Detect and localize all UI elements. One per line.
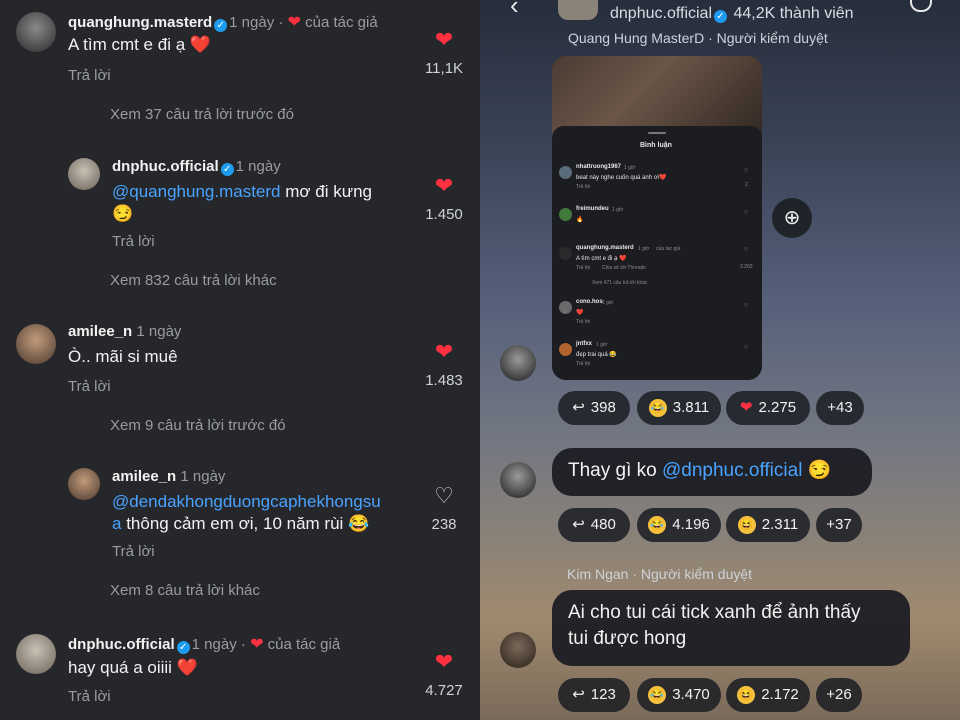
like-count: 11,1K xyxy=(424,60,464,77)
sheet-title: Bình luận xyxy=(640,142,672,149)
share-icon[interactable]: ⊕ xyxy=(772,198,812,238)
comment-header: amilee_n 1 ngày xyxy=(68,323,181,341)
channel-name[interactable]: dnphuc.official xyxy=(610,5,712,22)
comment-text: @quanghung.masterd mơ đi kưng 😏 xyxy=(112,182,372,223)
like-count: 1.483 xyxy=(425,372,463,389)
username[interactable]: amilee_n xyxy=(68,323,132,340)
reaction-laugh[interactable]: 😂 3.470 xyxy=(637,678,721,712)
reply-arrow-icon: ↩ xyxy=(572,399,585,416)
author-badge: của tác giả xyxy=(305,14,378,31)
replies-pill[interactable]: ↩ 480 xyxy=(558,508,630,542)
like-count: 1.450 xyxy=(425,206,463,223)
comment-header: dnphuc.official ✓ 1 ngày · ❤ của tác giả xyxy=(68,636,341,654)
reaction-laugh[interactable]: 😂 3.811 xyxy=(637,391,721,425)
comment-text: A tìm cmt e đi ạ ❤️ xyxy=(68,35,212,54)
comment-text: @dendakhongduongcaphekhongsu a thông cảm … xyxy=(112,492,381,533)
reaction-heart[interactable]: ❤ 2.275 xyxy=(726,391,810,425)
message-bubble[interactable]: Thay gì ko @dnphuc.official 😏 xyxy=(552,448,872,496)
verified-icon: ✓ xyxy=(714,10,727,23)
username[interactable]: amilee_n xyxy=(112,468,176,485)
see-more-replies[interactable]: Xem 8 câu trả lời khác xyxy=(110,582,260,599)
reply-button[interactable]: Trả lời xyxy=(112,233,155,250)
like-heart-icon[interactable]: ❤ xyxy=(414,173,474,199)
back-chevron-icon[interactable]: ‹ xyxy=(510,0,519,21)
see-previous-replies[interactable]: Xem 9 câu trả lời trước đó xyxy=(110,417,286,434)
author-badge: của tác giả xyxy=(267,636,341,653)
like-heart-outline-icon[interactable]: ♡ xyxy=(414,483,474,509)
verified-icon: ✓ xyxy=(214,19,228,32)
channel-avatar[interactable] xyxy=(558,0,598,20)
see-previous-replies[interactable]: Xem 37 câu trả lời trước đó xyxy=(110,106,294,123)
channel-header: dnphuc.official ✓ 44,2K thành viên xyxy=(610,5,854,23)
reaction-more[interactable]: +43 xyxy=(816,391,864,425)
heart-outline-icon: ♡ xyxy=(744,168,749,174)
mention-link[interactable]: @quanghung.masterd xyxy=(112,182,280,201)
reply-arrow-icon: ↩ xyxy=(572,686,585,703)
avatar[interactable] xyxy=(68,158,100,190)
comment-header: quanghung.masterd ✓ 1 ngày · ❤ của tác giả xyxy=(68,14,378,32)
reply-button[interactable]: Trả lời xyxy=(68,67,111,84)
shared-screenshot[interactable]: Bình luận nhattruong1967 1 giờ beat này n… xyxy=(552,56,762,380)
avatar[interactable] xyxy=(16,634,56,674)
like-heart-icon[interactable]: ❤ xyxy=(414,27,474,53)
timestamp: 1 ngày xyxy=(235,158,281,175)
comment-text: hay quá a oiiii ❤️ xyxy=(68,658,198,677)
timestamp: 1 ngày xyxy=(229,14,275,31)
avatar[interactable] xyxy=(16,12,56,52)
avatar[interactable] xyxy=(500,345,536,381)
reply-button[interactable]: Trả lời xyxy=(112,543,155,560)
verified-icon: ✓ xyxy=(220,163,234,176)
heart-icon: ❤ xyxy=(287,14,301,31)
smirk-emoji: 😏 xyxy=(807,460,832,481)
laugh-emoji-icon: 😂 xyxy=(648,399,667,417)
verified-icon: ✓ xyxy=(176,641,190,654)
heart-icon: ❤ xyxy=(739,399,753,416)
comment-header: amilee_n 1 ngày xyxy=(112,468,225,486)
sender-label: Quang Hung MasterD · Người kiểm duyệt xyxy=(568,30,828,46)
reply-button[interactable]: Trả lời xyxy=(68,378,111,395)
replies-pill[interactable]: ↩ 123 xyxy=(558,678,630,712)
like-heart-icon[interactable]: ❤ xyxy=(414,649,474,675)
timestamp: 1 ngày xyxy=(136,323,182,340)
reply-button[interactable]: Trả lời xyxy=(68,688,111,705)
see-more-replies[interactable]: Xem 832 câu trả lời khác xyxy=(110,272,277,289)
member-count: 44,2K thành viên xyxy=(733,5,854,22)
threads-comments-panel: quanghung.masterd ✓ 1 ngày · ❤ của tác giả… xyxy=(0,0,480,720)
mention-link[interactable]: @dnphuc.official xyxy=(662,460,802,481)
replies-pill[interactable]: ↩ 398 xyxy=(558,391,630,425)
timestamp: 1 ngày xyxy=(180,468,226,485)
heart-icon: ❤ xyxy=(250,636,264,653)
message-bubble[interactable]: Ai cho tui cái tick xanh để ảnh thấy tui … xyxy=(552,590,910,666)
reply-arrow-icon: ↩ xyxy=(572,516,585,533)
avatar[interactable] xyxy=(68,468,100,500)
like-heart-icon[interactable]: ❤ xyxy=(414,339,474,365)
comment-text: Ò.. mãi si muê xyxy=(68,347,178,366)
reaction-more[interactable]: +26 xyxy=(816,678,862,712)
avatar[interactable] xyxy=(500,632,536,668)
smile-emoji-icon: 😆 xyxy=(737,686,756,704)
smile-emoji-icon: 😆 xyxy=(737,516,756,534)
laugh-emoji-icon: 😂 xyxy=(648,686,667,704)
username[interactable]: dnphuc.official xyxy=(68,636,175,653)
reaction-laugh[interactable]: 😂 4.196 xyxy=(637,508,721,542)
username[interactable]: dnphuc.official xyxy=(112,158,219,175)
reaction-smile[interactable]: 😆 2.311 xyxy=(726,508,810,542)
reaction-more[interactable]: +37 xyxy=(816,508,862,542)
username[interactable]: quanghung.masterd xyxy=(68,14,212,31)
mention-link[interactable]: @dendakhongduongcaphekhongsu xyxy=(112,492,381,511)
laugh-emoji-icon: 😂 xyxy=(648,516,667,534)
bell-icon[interactable] xyxy=(910,0,932,12)
avatar[interactable] xyxy=(16,324,56,364)
like-count: 238 xyxy=(431,516,457,533)
reaction-smile[interactable]: 😆 2.172 xyxy=(726,678,810,712)
comment-header: dnphuc.official ✓ 1 ngày xyxy=(112,158,281,176)
smirk-emoji: 😏 xyxy=(112,204,134,223)
avatar[interactable] xyxy=(500,462,536,498)
timestamp: 1 ngày xyxy=(191,636,237,653)
like-count: 4.727 xyxy=(425,682,463,699)
sender-label: Kim Ngan · Người kiểm duyệt xyxy=(567,566,753,582)
